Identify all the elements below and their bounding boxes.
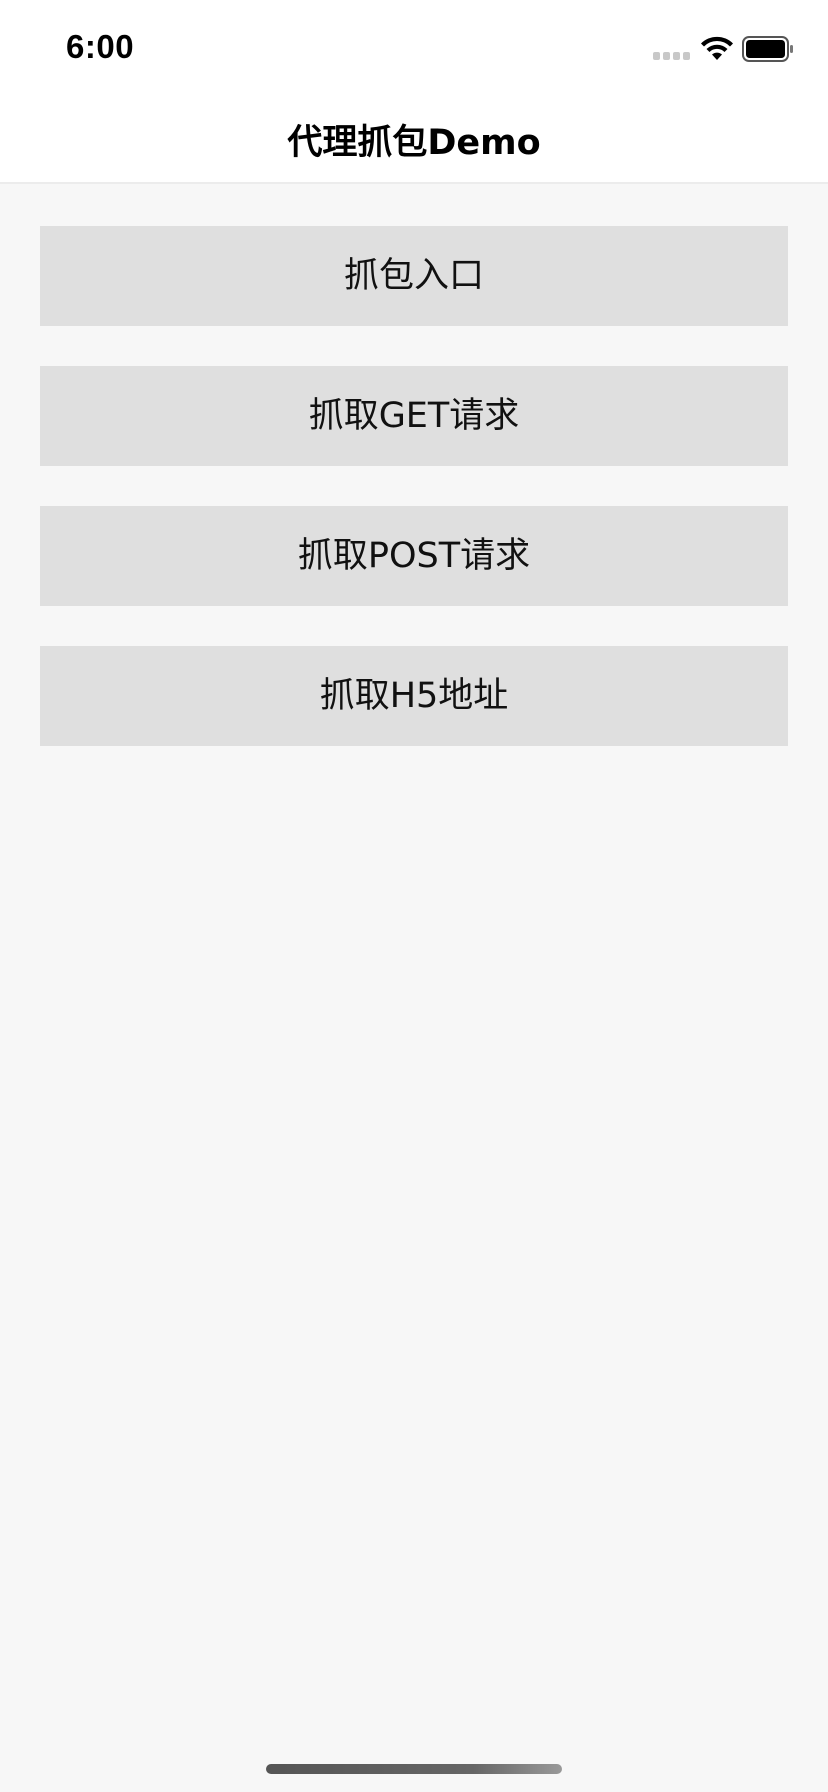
home-indicator[interactable] <box>266 1764 562 1774</box>
capture-get-request-button[interactable]: 抓取GET请求 <box>40 366 788 466</box>
navigation-bar: 代理抓包Demo <box>0 92 828 184</box>
page-title: 代理抓包Demo <box>287 123 541 163</box>
capture-h5-address-button[interactable]: 抓取H5地址 <box>40 646 788 746</box>
wifi-icon <box>701 36 733 60</box>
status-time: 6:00 <box>66 28 135 65</box>
capture-post-request-button[interactable]: 抓取POST请求 <box>40 506 788 606</box>
status-bar: 6:00 <box>0 0 828 92</box>
cellular-signal-icon <box>653 52 691 62</box>
battery-icon <box>742 36 793 62</box>
capture-entry-button[interactable]: 抓包入口 <box>40 226 788 326</box>
